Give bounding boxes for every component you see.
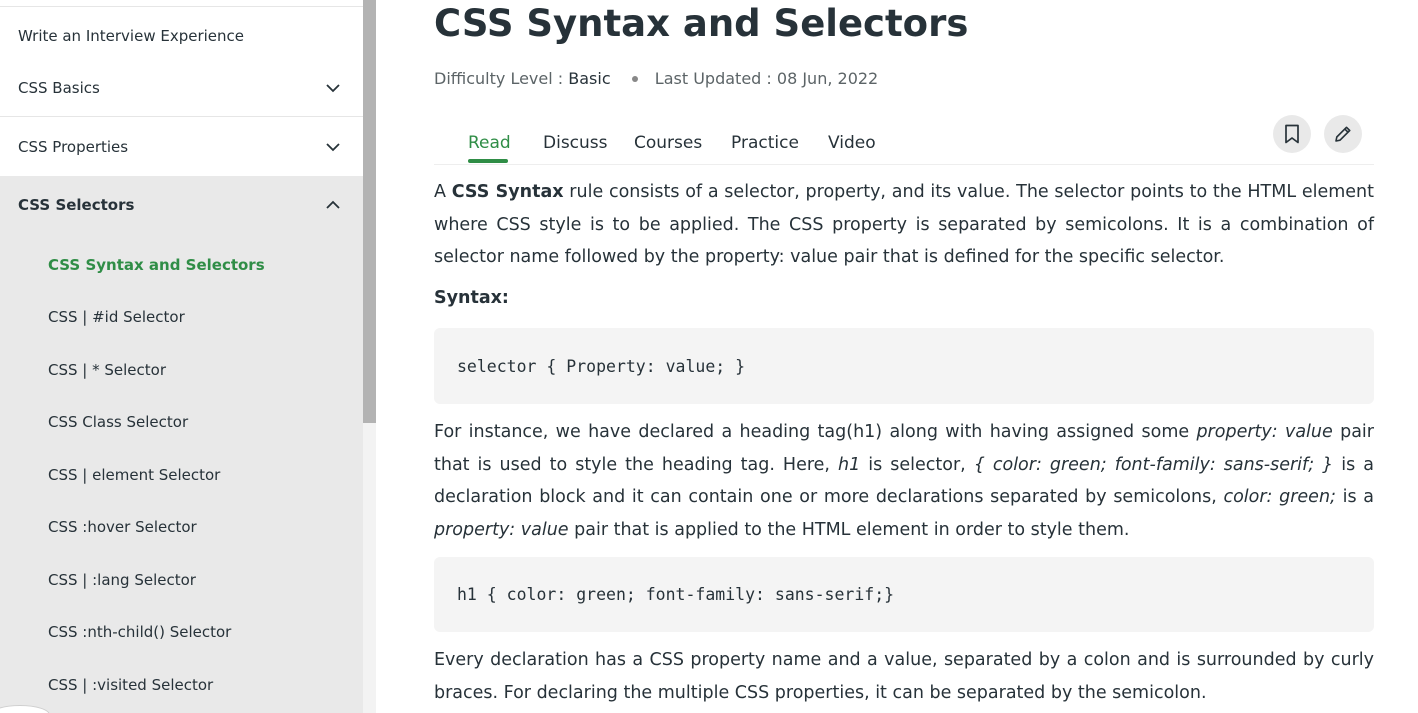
edit-button[interactable]: [1324, 115, 1362, 153]
italic-text: color: green;: [1223, 487, 1336, 507]
bookmark-button[interactable]: [1273, 115, 1311, 153]
separator-dot: [631, 75, 638, 82]
edit-pencil-icon: [1335, 126, 1351, 142]
bold-term: CSS Syntax: [451, 182, 564, 202]
text: For instance, we have declared a heading…: [434, 422, 1197, 442]
sidebar-subitem[interactable]: CSS | :visited Selector: [48, 676, 213, 694]
sidebar-subitem[interactable]: CSS | :lang Selector: [48, 571, 196, 589]
difficulty-label: Difficulty Level :: [434, 69, 564, 88]
text: is selector,: [860, 454, 974, 475]
page-title: CSS Syntax and Selectors: [434, 2, 969, 45]
sidebar-subitem[interactable]: CSS Syntax and Selectors: [48, 256, 265, 274]
chevron-down-icon: [326, 84, 340, 93]
paragraph-example: For instance, we have declared a heading…: [434, 416, 1374, 546]
chevron-down-icon: [326, 143, 340, 152]
sidebar-subitem[interactable]: CSS :hover Selector: [48, 518, 197, 536]
tab-practice[interactable]: Practice: [731, 133, 799, 153]
italic-text: property: value: [434, 519, 569, 540]
sidebar-subitem[interactable]: CSS | element Selector: [48, 466, 220, 484]
sidebar-subitem[interactable]: CSS | #id Selector: [48, 308, 185, 326]
paragraph-intro: A CSS Syntax rule consists of a selector…: [434, 176, 1374, 274]
tab-discuss[interactable]: Discuss: [543, 133, 608, 153]
paragraph-declaration: Every declaration has a CSS property nam…: [434, 650, 1374, 703]
scrollbar-thumb[interactable]: [363, 0, 376, 423]
article-meta: Difficulty Level : Basic Last Updated : …: [434, 69, 878, 88]
italic-text: { color: green; font-family: sans-serif;…: [973, 454, 1334, 475]
sidebar-item-label: Write an Interview Experience: [18, 27, 245, 45]
sidebar-section-label: CSS Properties: [18, 138, 129, 156]
sidebar-subitem[interactable]: CSS | * Selector: [48, 361, 166, 379]
italic-text: h1: [838, 454, 861, 475]
chevron-up-icon: [326, 200, 340, 209]
sidebar-divider: [0, 6, 363, 7]
italic-text: property: value: [1196, 422, 1333, 442]
sidebar-section-css-selectors[interactable]: CSS Selectors: [0, 176, 363, 234]
text: is a: [1335, 487, 1374, 507]
tab-read[interactable]: Read: [468, 133, 511, 153]
sidebar-section-label: CSS Selectors: [18, 196, 135, 214]
sidebar-section-css-properties[interactable]: CSS Properties: [0, 118, 363, 176]
text: pair that is applied to the HTML element…: [568, 519, 1130, 540]
code-block-syntax: selector { Property: value; }: [434, 328, 1374, 404]
sidebar-section-label: CSS Basics: [18, 79, 100, 97]
difficulty-value: Basic: [568, 69, 611, 88]
active-tab-indicator: [468, 159, 508, 163]
sidebar-section-css-basics[interactable]: CSS Basics: [0, 60, 363, 117]
sidebar-item-write-interview-experience[interactable]: Write an Interview Experience: [0, 16, 363, 56]
article-tabs: Read Discuss Courses Practice Video: [434, 112, 1374, 165]
sidebar-subitem[interactable]: CSS Class Selector: [48, 413, 188, 431]
bookmark-icon: [1285, 124, 1299, 144]
updated-label: Last Updated :: [654, 69, 772, 88]
tab-video[interactable]: Video: [828, 133, 876, 153]
text: A: [434, 182, 452, 202]
sidebar-subitem[interactable]: CSS :nth-child() Selector: [48, 623, 231, 641]
sidebar-scrollbar[interactable]: [363, 0, 376, 713]
updated-value: 08 Jun, 2022: [776, 69, 879, 88]
code-block-example: h1 { color: green; font-family: sans-ser…: [434, 557, 1374, 632]
tab-courses[interactable]: Courses: [634, 133, 702, 153]
sidebar: Write an Interview Experience CSS Basics…: [0, 0, 363, 713]
text: rule consists of a selector, property, a…: [434, 182, 1374, 267]
sidebar-submenu: CSS Syntax and Selectors CSS | #id Selec…: [0, 234, 363, 713]
syntax-heading: Syntax:: [434, 288, 509, 308]
